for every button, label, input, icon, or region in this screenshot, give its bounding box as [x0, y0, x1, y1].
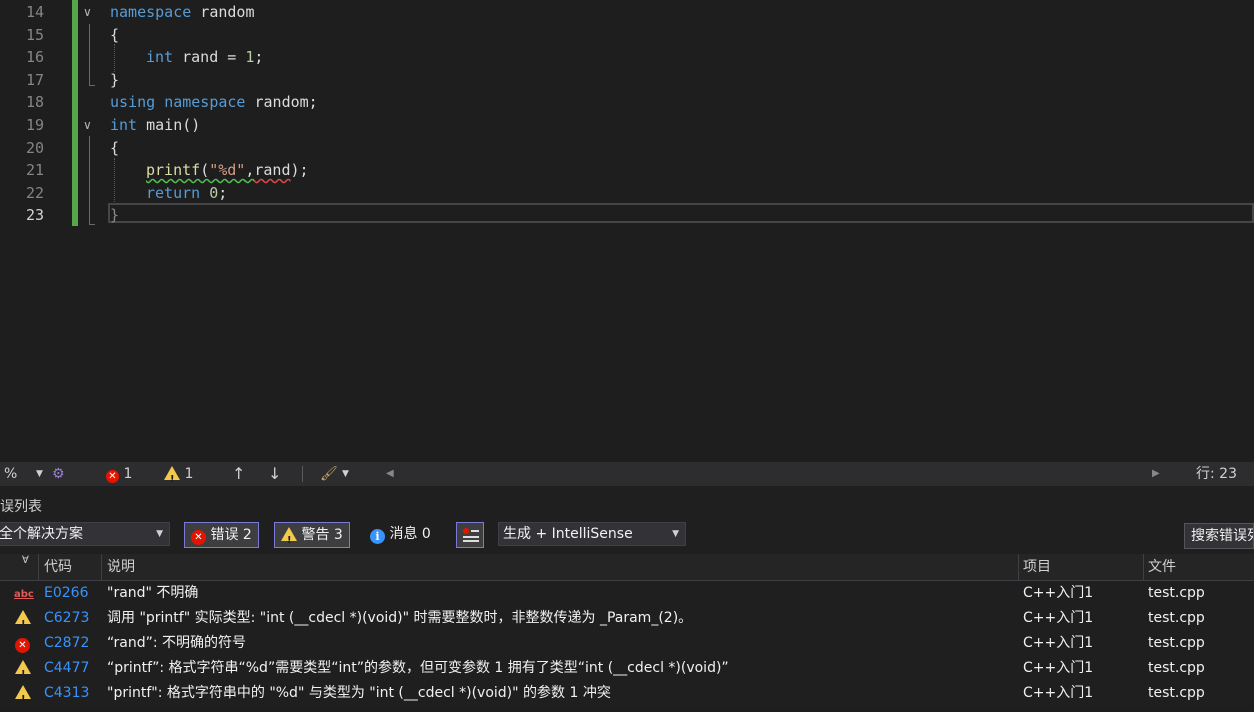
- warning-count-indicator[interactable]: 1: [164, 462, 193, 492]
- scroll-right-icon[interactable]: ▶: [1152, 462, 1160, 486]
- warning-icon: [164, 466, 180, 492]
- info-icon: i: [370, 529, 385, 544]
- errors-filter-button[interactable]: ✕ 错误 2: [184, 522, 259, 548]
- panel-title: 误列表: [0, 499, 42, 515]
- cursor-line-position: 行: 23: [1196, 466, 1237, 482]
- line-number: 14: [25, 3, 44, 21]
- error-code-link[interactable]: C6273: [44, 606, 89, 631]
- error-code-link[interactable]: E0266: [44, 581, 88, 606]
- error-file: test.cpp: [1148, 660, 1205, 676]
- error-project: C++入门1: [1023, 685, 1094, 701]
- error-code-link[interactable]: C2872: [44, 631, 89, 656]
- error-icon: ✕: [15, 638, 30, 653]
- code-line-22[interactable]: return 0;: [146, 182, 227, 205]
- error-project: C++入门1: [1023, 585, 1094, 601]
- zoom-dropdown-icon[interactable]: ▼: [36, 462, 43, 486]
- line-number: 21: [25, 161, 44, 180]
- line-number: 16: [25, 48, 44, 67]
- table-row[interactable]: C6273 调用 "printf" 实际类型: "int (__cdecl *)…: [0, 606, 1254, 637]
- error-file: test.cpp: [1148, 585, 1205, 601]
- error-count-indicator[interactable]: ✕ 1: [106, 462, 132, 486]
- error-code-link[interactable]: C4477: [44, 656, 89, 681]
- chevron-down-icon: ▼: [672, 529, 679, 539]
- filter-list-icon: [463, 527, 479, 543]
- abc-icon: abc: [14, 589, 34, 600]
- line-number: 22: [25, 183, 44, 202]
- code-line-19[interactable]: int main(): [110, 114, 200, 137]
- error-project: C++入门1: [1023, 660, 1094, 676]
- code-line-17[interactable]: }: [110, 69, 119, 92]
- chevron-down-icon: ▼: [156, 529, 163, 539]
- code-editor[interactable]: ∨ ∨ 14 namespace random 15 { 16 int rand…: [0, 0, 1254, 462]
- line-number: 17: [25, 70, 44, 89]
- error-description: 调用 "printf" 实际类型: "int (__cdecl *)(void)…: [107, 610, 693, 626]
- error-description: "rand" 不明确: [107, 585, 199, 601]
- zoom-level[interactable]: %: [4, 462, 17, 486]
- horizontal-scrollbar[interactable]: [380, 466, 1170, 482]
- source-dropdown[interactable]: 生成 + IntelliSense ▼: [498, 522, 686, 546]
- next-issue-arrow-icon[interactable]: ↓: [268, 462, 281, 486]
- error-description: “rand”: 不明确的符号: [107, 635, 247, 651]
- code-line-15[interactable]: {: [110, 24, 119, 47]
- code-line-16[interactable]: int rand = 1;: [146, 46, 263, 69]
- code-line-18[interactable]: using namespace random;: [110, 91, 318, 114]
- table-row[interactable]: C4477 “printf”: 格式字符串“%d”需要类型“int”的参数，但可…: [0, 656, 1254, 687]
- error-icon: ✕: [191, 530, 206, 545]
- previous-issue-arrow-icon[interactable]: ↑: [232, 462, 245, 486]
- cleanup-dropdown-icon[interactable]: ▼: [342, 462, 349, 486]
- warning-icon: [281, 527, 297, 553]
- code-line-21[interactable]: printf("%d",rand);: [146, 159, 309, 182]
- code-line-20[interactable]: {: [110, 137, 119, 160]
- scope-dropdown[interactable]: 全个解决方案 ▼: [0, 522, 170, 546]
- table-row[interactable]: ✕ C2872 “rand”: 不明确的符号 C++入门1 test.cpp: [0, 631, 1254, 656]
- line-number: 23: [25, 206, 44, 225]
- warning-icon: [15, 660, 31, 687]
- build-filter-toggle-button[interactable]: [456, 522, 484, 548]
- line-number: 15: [25, 25, 44, 44]
- messages-filter-button[interactable]: i 消息 0: [364, 522, 437, 548]
- warning-icon: [15, 685, 31, 712]
- warnings-filter-button[interactable]: 警告 3: [274, 522, 350, 553]
- error-file: test.cpp: [1148, 610, 1205, 626]
- line-number: 18: [25, 93, 44, 112]
- sort-filter-icon[interactable]: ∀: [22, 548, 29, 574]
- warning-icon: [15, 610, 31, 637]
- column-header-project[interactable]: 项目: [1023, 554, 1051, 580]
- error-code-link[interactable]: C4313: [44, 681, 89, 706]
- search-error-list-input[interactable]: 搜索错误列表: [1184, 523, 1254, 549]
- error-description: “printf”: 格式字符串“%d”需要类型“int”的参数，但可变参数 1 …: [107, 660, 729, 676]
- column-header-file[interactable]: 文件: [1148, 554, 1176, 580]
- line-number: 19: [25, 116, 44, 134]
- scroll-left-icon[interactable]: ◀: [386, 462, 394, 486]
- line-number: 20: [25, 138, 44, 157]
- table-row[interactable]: C4313 "printf": 格式字符串中的 "%d" 与类型为 "int (…: [0, 681, 1254, 712]
- table-row[interactable]: abc E0266 "rand" 不明确 C++入门1 test.cpp: [0, 581, 1254, 606]
- table-header: ∀ 代码 说明 项目 文件: [0, 554, 1254, 581]
- error-list-panel: 误列表 全个解决方案▼ ✕ 错误 2 警告 3 i 消息 0 生成 + Inte…: [0, 486, 1254, 712]
- code-line-23[interactable]: }: [110, 204, 119, 227]
- error-file: test.cpp: [1148, 635, 1205, 651]
- error-icon: ✕: [106, 470, 119, 483]
- error-description: "printf": 格式字符串中的 "%d" 与类型为 "int (__cdec…: [107, 685, 611, 701]
- code-cleanup-brush-icon[interactable]: 🖌: [320, 462, 338, 486]
- error-project: C++入门1: [1023, 635, 1094, 651]
- copilot-icon[interactable]: ⚙: [52, 462, 65, 486]
- column-header-code[interactable]: 代码: [44, 554, 72, 580]
- editor-status-bar: % ▼ ⚙ ✕ 1 1 ↑ ↓ 🖌 ▼ ◀ ▶ 行: 23: [0, 462, 1254, 492]
- code-line-14[interactable]: namespace random: [110, 1, 255, 24]
- error-list-toolbar: 全个解决方案▼ ✕ 错误 2 警告 3 i 消息 0 生成 + IntelliS…: [0, 522, 1254, 553]
- error-file: test.cpp: [1148, 685, 1205, 701]
- column-header-description[interactable]: 说明: [107, 554, 135, 580]
- status-separator: [302, 466, 303, 482]
- error-project: C++入门1: [1023, 610, 1094, 626]
